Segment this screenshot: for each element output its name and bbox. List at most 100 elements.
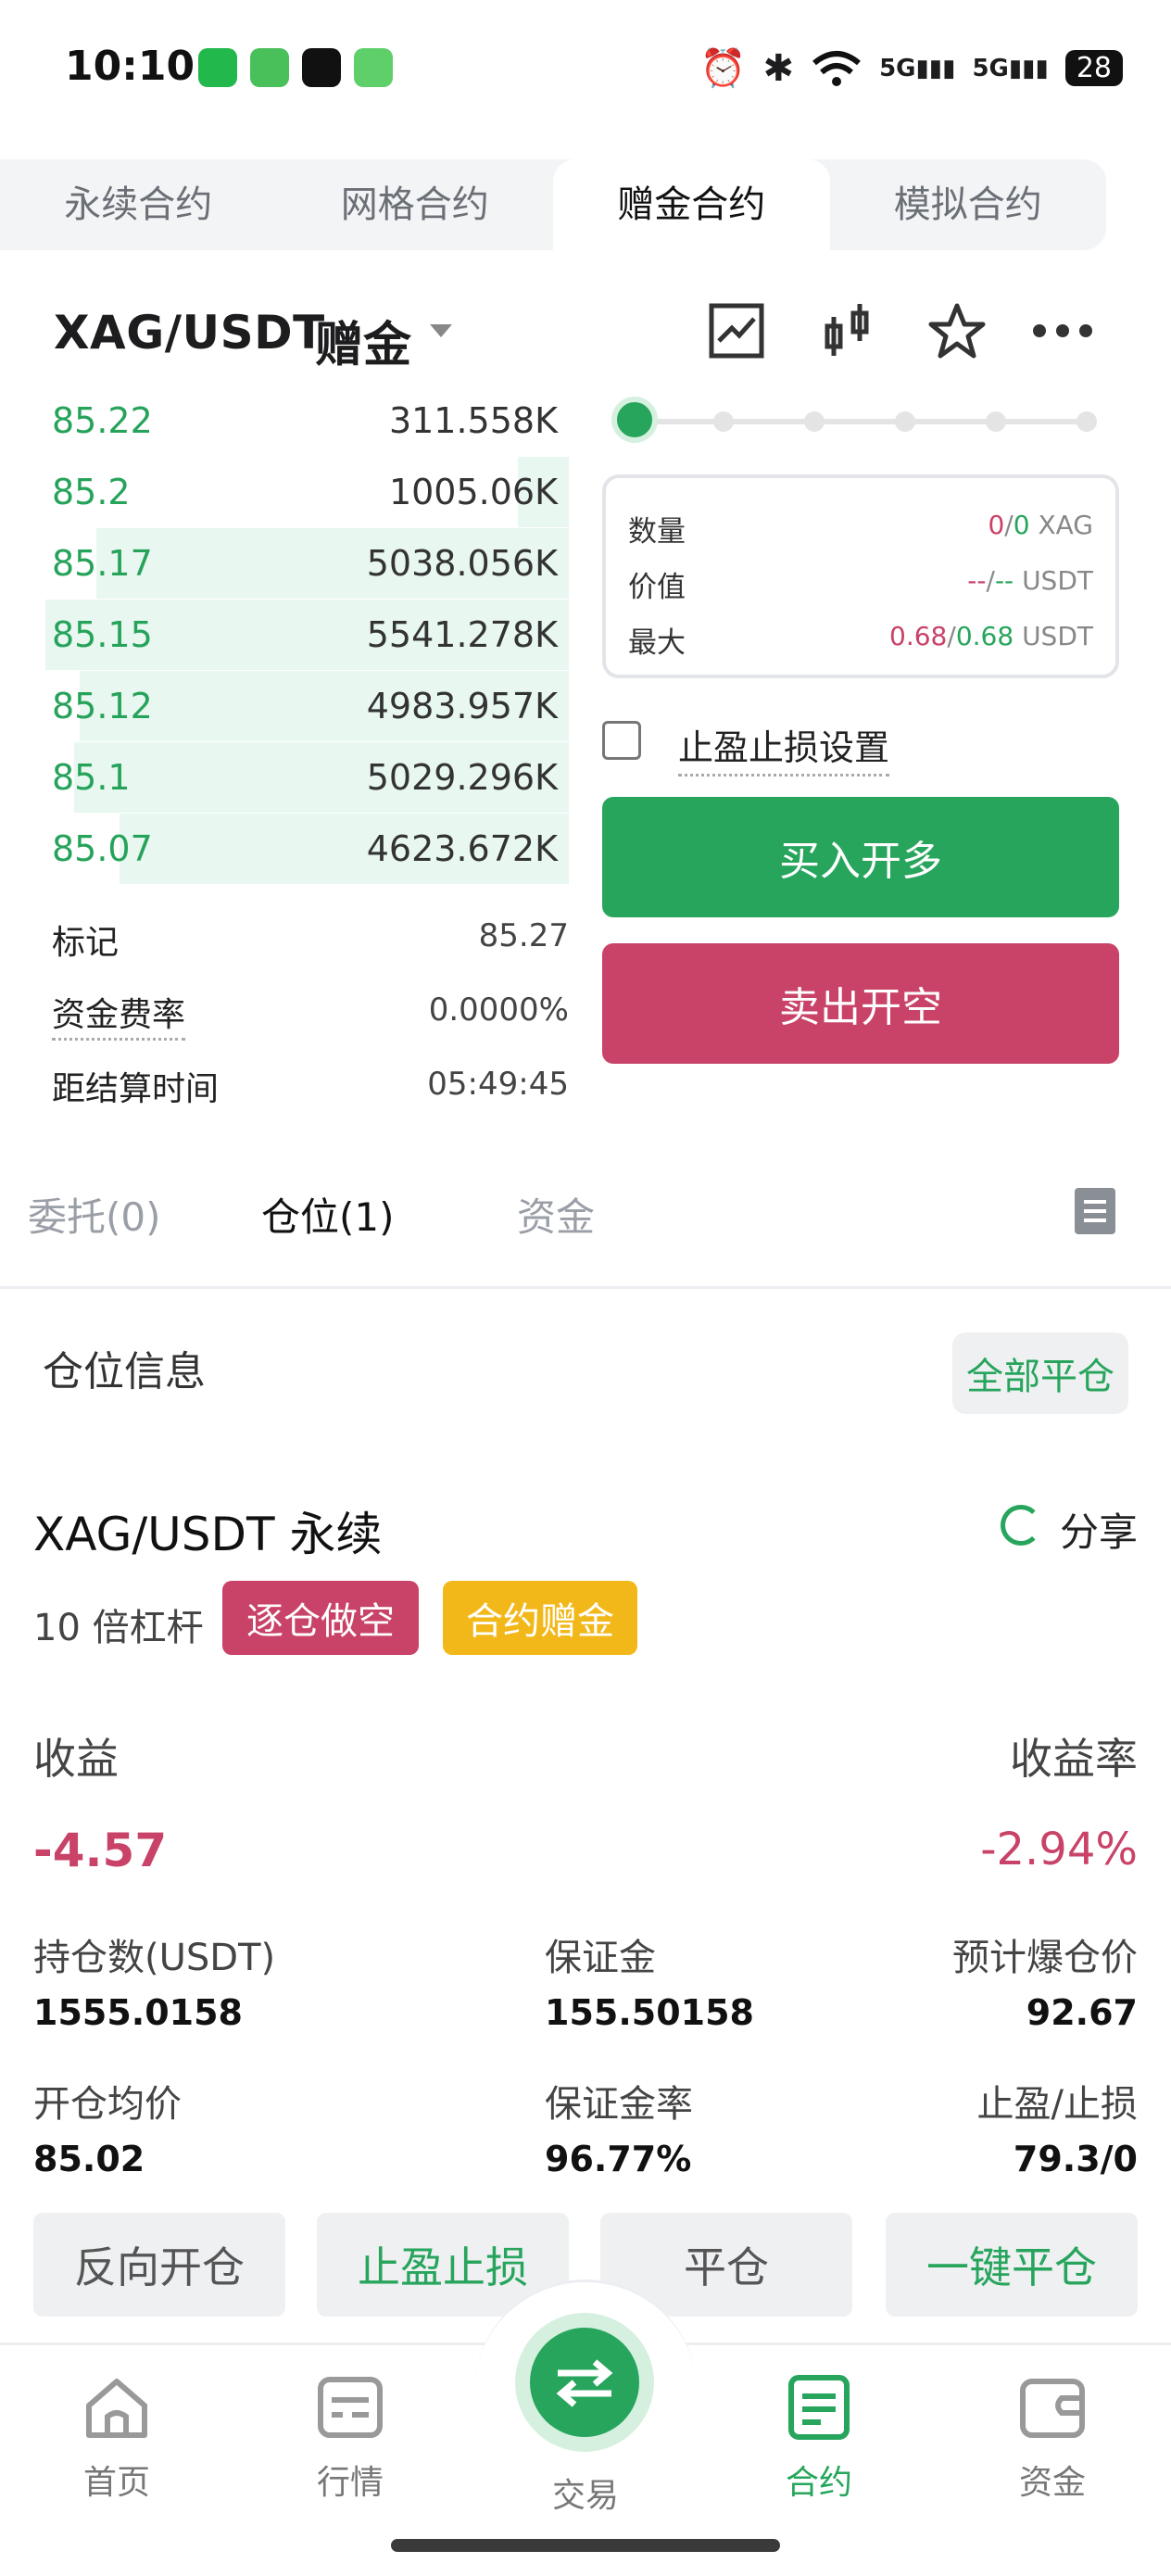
nav-home[interactable]: 首页 xyxy=(24,2372,209,2504)
position-info-title: 仓位信息 xyxy=(43,1348,206,1395)
max-row: 最大 0.68/0.68 USDT xyxy=(628,613,1093,660)
leverage-label: 10 倍杠杆 xyxy=(33,1607,204,1649)
nav-contract[interactable]: 合约 xyxy=(726,2372,912,2504)
order-book-price: 85.07 xyxy=(52,828,153,869)
qty-value: 0/0 XAG xyxy=(988,510,1093,540)
wifi-icon xyxy=(812,50,861,86)
mark-price-label: 标记 xyxy=(52,924,120,962)
buy-long-button[interactable]: 买入开多 xyxy=(602,797,1119,917)
signal-icon: 5G▮▮▮ xyxy=(879,54,956,82)
order-book-price: 85.12 xyxy=(52,686,153,726)
order-book-row[interactable]: 85.2 1005.06K xyxy=(0,457,569,527)
value-value: --/-- USDT xyxy=(967,565,1093,596)
size-value: 1555.0158 xyxy=(33,1992,243,2033)
signal-icon: 5G▮▮▮ xyxy=(972,54,1049,82)
nav-home-label: 首页 xyxy=(82,2464,150,2502)
max-label: 最大 xyxy=(628,626,686,660)
order-book-row[interactable]: 85.15 5541.278K xyxy=(0,600,569,670)
document-icon[interactable] xyxy=(1075,1188,1115,1234)
chevron-down-icon[interactable] xyxy=(430,324,452,337)
order-book-row[interactable]: 85.12 4983.957K xyxy=(0,671,569,741)
value-row: 价值 --/-- USDT xyxy=(628,558,1093,604)
favorite-star-icon[interactable] xyxy=(925,298,989,363)
position-pair[interactable]: XAG/USDT 永续 xyxy=(33,1497,382,1564)
contract-icon xyxy=(788,2375,850,2440)
order-book-qty: 1005.06K xyxy=(388,472,558,512)
tab-funds[interactable]: 资金 xyxy=(517,1186,595,1243)
order-book: 85.22 311.558K 85.2 1005.06K 85.17 5038.056K 8… xyxy=(0,385,569,886)
slider-step[interactable] xyxy=(804,411,825,432)
order-book-row[interactable]: 85.1 5029.296K xyxy=(0,742,569,813)
slider-step[interactable] xyxy=(1077,411,1097,432)
wechat-icon xyxy=(198,48,237,87)
contract-tabs: 永续合约 网格合约 赠金合约 模拟合约 xyxy=(0,159,1106,250)
one-click-close-button[interactable]: 一键平仓 xyxy=(886,2213,1138,2317)
nav-market[interactable]: 行情 xyxy=(258,2372,443,2504)
pair-tag[interactable]: 赠金 xyxy=(315,306,411,375)
share-button[interactable]: 分享 xyxy=(1060,1501,1138,1558)
share-icon[interactable] xyxy=(1001,1505,1041,1546)
margin-rate-value: 96.77% xyxy=(545,2139,692,2179)
pair-selector[interactable]: XAG/USDT xyxy=(54,306,325,360)
tab-orders[interactable]: 委托(0) xyxy=(28,1186,161,1243)
app-icon xyxy=(250,48,289,87)
tpsl-settings-link[interactable]: 止盈止损设置 xyxy=(678,719,890,777)
status-icons: ⏰ ✱ 5G▮▮▮ 5G▮▮▮ 28 xyxy=(700,46,1123,90)
more-icon[interactable] xyxy=(1030,298,1095,363)
tab-grid[interactable]: 网格合约 xyxy=(277,159,554,250)
order-book-row[interactable]: 85.22 311.558K xyxy=(0,385,569,456)
message-icon xyxy=(354,48,393,87)
value-label: 价值 xyxy=(628,571,686,604)
liq-price-value: 92.67 xyxy=(1026,1992,1138,2033)
close-all-button[interactable]: 全部平仓 xyxy=(952,1332,1128,1414)
slider-step[interactable] xyxy=(713,411,734,432)
sell-short-button[interactable]: 卖出开空 xyxy=(602,943,1119,1064)
slider-knob[interactable] xyxy=(611,397,658,443)
tab-bonus[interactable]: 赠金合约 xyxy=(553,159,830,250)
candlestick-icon[interactable] xyxy=(815,298,880,363)
tiktok-icon xyxy=(302,48,341,87)
slider-step[interactable] xyxy=(986,411,1006,432)
nav-wallet[interactable]: 资金 xyxy=(960,2372,1145,2504)
reverse-position-button[interactable]: 反向开仓 xyxy=(33,2213,285,2317)
bluetooth-icon: ✱ xyxy=(762,46,795,90)
home-indicator[interactable] xyxy=(391,2539,780,2552)
order-book-price: 85.22 xyxy=(52,400,153,441)
nav-trade[interactable]: 交易 xyxy=(493,2459,678,2517)
chart-icon[interactable] xyxy=(704,298,769,363)
divider xyxy=(0,1286,1171,1289)
tpsl-value: 79.3/0 xyxy=(1013,2139,1138,2179)
nav-market-label: 行情 xyxy=(316,2464,384,2502)
tab-perpetual[interactable]: 永续合约 xyxy=(0,159,277,250)
isolated-short-badge: 逐仓做空 xyxy=(222,1581,419,1655)
pnl-rate-value: -2.94% xyxy=(980,1824,1138,1875)
alarm-icon: ⏰ xyxy=(699,47,747,90)
order-book-price: 85.17 xyxy=(52,543,153,584)
slider-step[interactable] xyxy=(895,411,915,432)
tpsl-checkbox[interactable] xyxy=(602,721,641,760)
mark-price-value: 85.27 xyxy=(478,917,569,954)
status-time: 10:10 xyxy=(65,43,195,90)
funding-rate-label[interactable]: 资金费率 xyxy=(52,988,186,1041)
leverage-slider-track[interactable] xyxy=(632,419,1089,424)
market-icon xyxy=(318,2377,383,2438)
settlement-countdown: 05:49:45 xyxy=(427,1066,569,1103)
size-label: 持仓数(USDT) xyxy=(33,1937,276,1979)
order-book-price: 85.2 xyxy=(52,472,131,512)
order-book-qty: 5541.278K xyxy=(366,614,558,655)
funding-rate-value: 0.0000% xyxy=(428,991,569,1029)
order-book-price: 85.15 xyxy=(52,614,153,655)
order-book-row[interactable]: 85.17 5038.056K xyxy=(0,528,569,599)
pnl-label: 收益 xyxy=(33,1734,119,1784)
nav-trade-label: 交易 xyxy=(551,2477,619,2515)
bonus-badge: 合约赠金 xyxy=(443,1581,637,1655)
order-book-row[interactable]: 85.07 4623.672K xyxy=(0,814,569,884)
order-book-qty: 4623.672K xyxy=(366,828,558,869)
pnl-value: -4.57 xyxy=(33,1824,168,1877)
wallet-icon xyxy=(1020,2379,1085,2438)
pnl-rate-label: 收益率 xyxy=(1010,1734,1138,1784)
margin-label: 保证金 xyxy=(545,1937,656,1979)
tab-positions[interactable]: 仓位(1) xyxy=(261,1186,395,1243)
trade-button[interactable] xyxy=(515,2313,654,2452)
tab-simulated[interactable]: 模拟合约 xyxy=(830,159,1107,250)
